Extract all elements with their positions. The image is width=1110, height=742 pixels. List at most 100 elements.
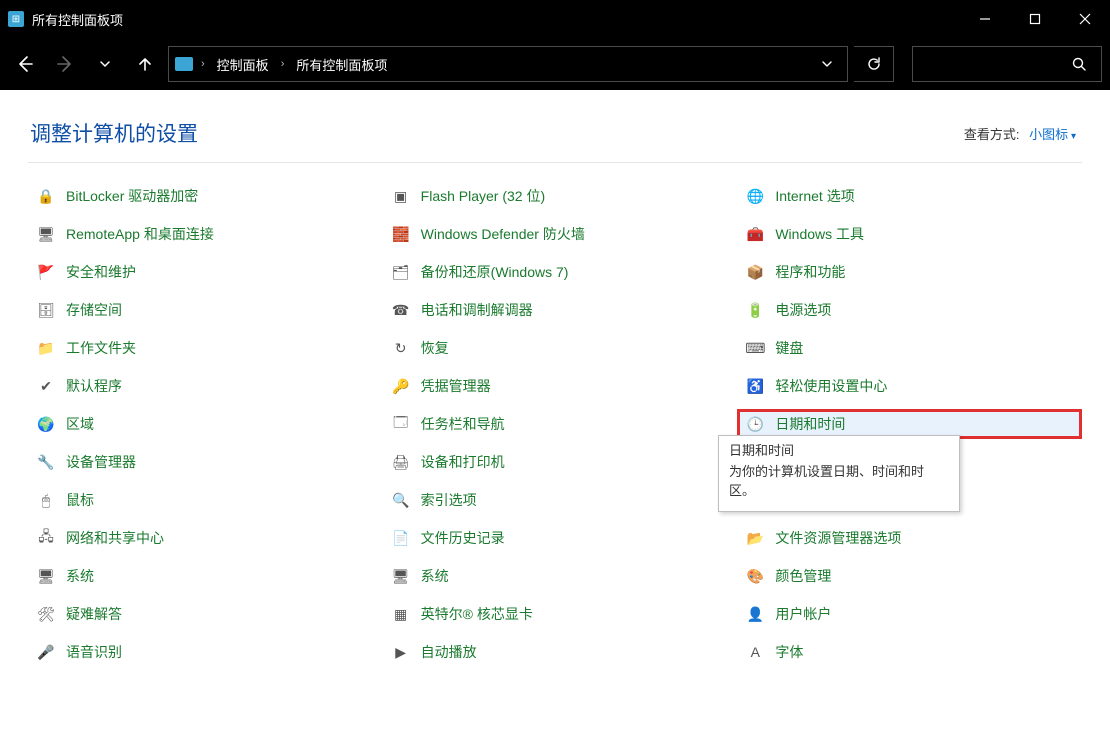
item-icon: 🛠	[36, 604, 56, 624]
divider	[28, 162, 1082, 163]
content-area: 调整计算机的设置 查看方式: 小图标 🔒BitLocker 驱动器加密▣Flas…	[0, 90, 1110, 742]
item-label: 恢复	[421, 338, 449, 358]
item-label: 疑难解答	[66, 604, 122, 624]
item-label: 网络和共享中心	[66, 528, 164, 548]
maximize-button[interactable]	[1010, 0, 1060, 38]
item-label: 日期和时间	[775, 414, 845, 434]
control-panel-item[interactable]: 🔧设备管理器	[28, 447, 373, 477]
breadcrumb-level1[interactable]: 控制面板	[213, 53, 273, 76]
view-by-dropdown[interactable]: 小图标	[1029, 127, 1076, 142]
search-input[interactable]	[912, 46, 1102, 82]
control-panel-item[interactable]: 🗂备份和还原(Windows 7)	[383, 257, 728, 287]
control-panel-item[interactable]: 🖱鼠标	[28, 485, 373, 515]
item-label: 设备和打印机	[421, 452, 505, 472]
item-icon: ▦	[391, 604, 411, 624]
control-panel-item[interactable]: ▶自动播放	[383, 637, 728, 667]
item-label: 程序和功能	[775, 262, 845, 282]
window-title: 所有控制面板项	[32, 10, 960, 29]
breadcrumb-level2[interactable]: 所有控制面板项	[292, 53, 391, 76]
window-controls	[960, 0, 1110, 38]
close-button[interactable]	[1060, 0, 1110, 38]
control-panel-item[interactable]: 🌐 Internet 选项	[737, 181, 1082, 211]
control-panel-item[interactable]: 🌍 区域	[28, 409, 373, 439]
refresh-button[interactable]	[854, 46, 894, 82]
tooltip-body: 为你的计算机设置日期、时间和时区。	[729, 463, 949, 501]
up-button[interactable]	[128, 46, 162, 82]
item-icon: 🧱	[391, 224, 411, 244]
control-panel-item[interactable]: 📦程序和功能	[737, 257, 1082, 287]
item-icon: 🔋	[745, 300, 765, 320]
item-icon: 🗂	[391, 262, 411, 282]
control-panel-item[interactable]: 📁工作文件夹	[28, 333, 373, 363]
control-panel-item[interactable]: 🎤语音识别	[28, 637, 373, 667]
page-title: 调整计算机的设置	[30, 118, 198, 148]
control-panel-item[interactable]: 🗔任务栏和导航	[383, 409, 728, 439]
item-icon: 🌍	[36, 414, 56, 434]
chevron-right-icon: ›	[199, 58, 207, 70]
item-icon: 🖱	[36, 490, 56, 510]
item-label: 工作文件夹	[66, 338, 136, 358]
control-panel-item[interactable]: 🎨颜色管理	[737, 561, 1082, 591]
app-icon: ⊞	[8, 11, 24, 27]
item-label: 存储空间	[66, 300, 122, 320]
item-label: 文件资源管理器选项	[775, 528, 901, 548]
item-label: Windows 工具	[775, 224, 864, 244]
item-icon: 🔍	[391, 490, 411, 510]
control-panel-item[interactable]: 🖧网络和共享中心	[28, 523, 373, 553]
control-panel-item[interactable]: 🔒BitLocker 驱动器加密	[28, 181, 373, 211]
control-panel-item[interactable]: 🖥系统	[383, 561, 728, 591]
item-icon: 📄	[391, 528, 411, 548]
control-panel-item[interactable]: ✔默认程序	[28, 371, 373, 401]
control-panel-item[interactable]: ↻恢复	[383, 333, 728, 363]
control-panel-item[interactable]: 📂文件资源管理器选项	[737, 523, 1082, 553]
control-panel-item[interactable]: 🖥 系统	[28, 561, 373, 591]
item-label: 系统	[66, 566, 94, 586]
item-label: RemoteApp 和桌面连接	[66, 224, 214, 244]
item-icon: ▶	[391, 642, 411, 662]
item-icon: 🔧	[36, 452, 56, 472]
control-panel-item[interactable]: 🛠 疑难解答	[28, 599, 373, 629]
control-panel-item[interactable]: ⌨键盘	[737, 333, 1082, 363]
control-panel-item[interactable]: ▦ 英特尔® 核芯显卡	[383, 599, 728, 629]
control-panel-item[interactable]: A字体	[737, 637, 1082, 667]
item-icon: 🔑	[391, 376, 411, 396]
history-dropdown-button[interactable]	[88, 46, 122, 82]
item-label: 索引选项	[421, 490, 477, 510]
item-icon: 🚩	[36, 262, 56, 282]
control-panel-item[interactable]: 🗄存储空间	[28, 295, 373, 325]
item-label: 凭据管理器	[421, 376, 491, 396]
item-label: 用户帐户	[775, 604, 831, 624]
control-panel-item[interactable]: 🖥RemoteApp 和桌面连接	[28, 219, 373, 249]
item-icon: ▣	[391, 186, 411, 206]
back-button[interactable]	[8, 46, 42, 82]
item-label: 轻松使用设置中心	[775, 376, 887, 396]
control-panel-item[interactable]: 🔍 索引选项	[383, 485, 728, 515]
control-panel-item[interactable]: 🖨设备和打印机	[383, 447, 728, 477]
control-panel-item[interactable]: ♿轻松使用设置中心	[737, 371, 1082, 401]
control-panel-item[interactable]: 📄文件历史记录	[383, 523, 728, 553]
address-dropdown-button[interactable]	[821, 58, 841, 70]
control-panel-item[interactable]: 🧰Windows 工具	[737, 219, 1082, 249]
item-label: 区域	[66, 414, 94, 434]
address-bar[interactable]: › 控制面板 › 所有控制面板项	[168, 46, 848, 82]
minimize-button[interactable]	[960, 0, 1010, 38]
item-label: 英特尔® 核芯显卡	[421, 604, 533, 624]
control-panel-item[interactable]: 🔋电源选项	[737, 295, 1082, 325]
item-label: Internet 选项	[775, 186, 854, 206]
item-icon: ☎	[391, 300, 411, 320]
control-panel-item[interactable]: 🚩安全和维护	[28, 257, 373, 287]
item-label: Windows Defender 防火墙	[421, 224, 585, 244]
control-panel-item[interactable]: ☎电话和调制解调器	[383, 295, 728, 325]
control-panel-item[interactable]: ▣Flash Player (32 位)	[383, 181, 728, 211]
item-label: 系统	[421, 566, 449, 586]
item-label: 默认程序	[66, 376, 122, 396]
item-label: 任务栏和导航	[421, 414, 505, 434]
forward-button[interactable]	[48, 46, 82, 82]
control-panel-item[interactable]: 👤用户帐户	[737, 599, 1082, 629]
item-icon: 🖥	[36, 566, 56, 586]
items-grid: 🔒BitLocker 驱动器加密 ▣Flash Player (32 位) 🌐 Int…	[28, 181, 1082, 667]
item-icon: 🌐	[745, 186, 765, 206]
item-label: 语音识别	[66, 642, 122, 662]
control-panel-item[interactable]: 🔑 凭据管理器	[383, 371, 728, 401]
control-panel-item[interactable]: 🧱 Windows Defender 防火墙	[383, 219, 728, 249]
